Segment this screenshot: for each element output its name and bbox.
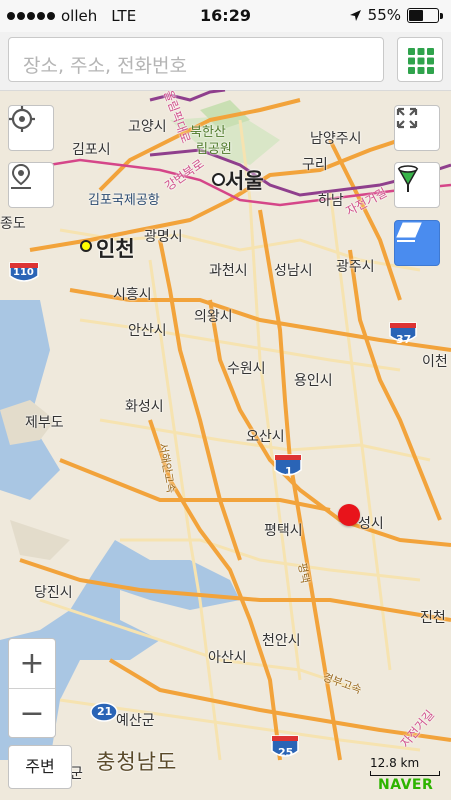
city-namyangju: 남양주시 [310, 131, 362, 147]
menu-grid-button[interactable] [397, 37, 443, 82]
route-21-label: 21 [97, 705, 113, 718]
park-label: 립공원 [196, 142, 232, 157]
city-yongin: 용인시 [294, 373, 333, 389]
city-icheon: 이천 [422, 354, 448, 370]
province-chungnam: 충청남도 [96, 750, 178, 774]
map-view[interactable]: 110 37 1 25 21 서울 인천 김포시 고양시 김포국제공항 북한산 … [0, 90, 451, 800]
zoom-in-button[interactable]: + [9, 639, 55, 688]
city-gwacheon: 과천시 [209, 263, 248, 279]
city-pyeongtaek: 평택시 [264, 523, 303, 539]
seoul-dot [212, 173, 225, 186]
expand-icon [396, 107, 418, 129]
city-gwangju: 광주시 [336, 259, 375, 275]
fullscreen-button[interactable] [394, 105, 440, 151]
city-hwaseong: 화성시 [125, 399, 164, 415]
grid-icon [408, 48, 434, 74]
city-goyang: 고양시 [128, 119, 167, 135]
city-gimpo: 김포시 [72, 142, 111, 158]
status-bar: olleh LTE 16:29 55% [0, 0, 451, 32]
naver-logo: NAVER [378, 777, 434, 793]
road-label-pyeongtaek: 평택 [295, 561, 312, 585]
city-yesan: 예산군 [116, 713, 155, 729]
shield-25-label: 25 [278, 746, 294, 759]
city-cheonan: 천안시 [262, 633, 301, 649]
scale-label: 12.8 km [370, 756, 420, 770]
street-view-icon [397, 165, 419, 192]
search-header: 장소, 주소, 전화번호 [0, 32, 451, 91]
city-ansan: 안산시 [128, 323, 167, 339]
city-jincheon: 진천 [420, 610, 446, 626]
city-osan: 오산시 [246, 429, 285, 445]
city-incheon: 인천 [96, 237, 135, 261]
crosshair-icon [9, 106, 35, 132]
around-button[interactable]: 주변 [8, 745, 72, 789]
battery-icon [407, 7, 443, 23]
city-suwon: 수원시 [227, 361, 266, 377]
layers-icon [396, 222, 422, 242]
layers-button[interactable] [394, 220, 440, 266]
map-pin-button[interactable] [8, 162, 54, 208]
city-siheung: 시흥시 [113, 287, 152, 303]
shield-110-label: 110 [13, 267, 34, 278]
battery-percent: 55% [367, 6, 401, 24]
island-jebudo: 제부도 [25, 415, 64, 431]
search-input[interactable]: 장소, 주소, 전화번호 [8, 37, 384, 82]
city-seongnam: 성남시 [274, 263, 313, 279]
battery-level-fill [409, 9, 424, 21]
shield-37-label: 37 [396, 333, 412, 346]
shield-1-label: 1 [285, 465, 293, 478]
map-pin-icon [11, 163, 31, 189]
street-view-button[interactable] [394, 162, 440, 208]
zoom-control: + − [8, 638, 56, 738]
current-location-button[interactable] [8, 105, 54, 151]
status-right: 55% [349, 6, 443, 24]
location-marker-icon[interactable] [338, 504, 360, 526]
city-guri: 구리 [302, 157, 328, 173]
island-yeongjongdo: 종도 [0, 216, 26, 232]
location-arrow-icon [349, 9, 361, 21]
city-gwangmyeong: 광명시 [144, 229, 183, 245]
city-hanam: 하남 [318, 193, 344, 209]
city-uiwang: 의왕시 [194, 309, 233, 325]
incheon-dot [80, 240, 92, 252]
scale-bar [370, 771, 440, 776]
city-seoul: 서울 [225, 169, 264, 193]
city-dangjin: 당진시 [34, 585, 73, 601]
airport-gimpo: 김포국제공항 [88, 193, 160, 208]
city-asan: 아산시 [208, 650, 247, 666]
zoom-out-button[interactable]: − [9, 689, 55, 738]
city-anseong: 성시 [358, 516, 384, 532]
